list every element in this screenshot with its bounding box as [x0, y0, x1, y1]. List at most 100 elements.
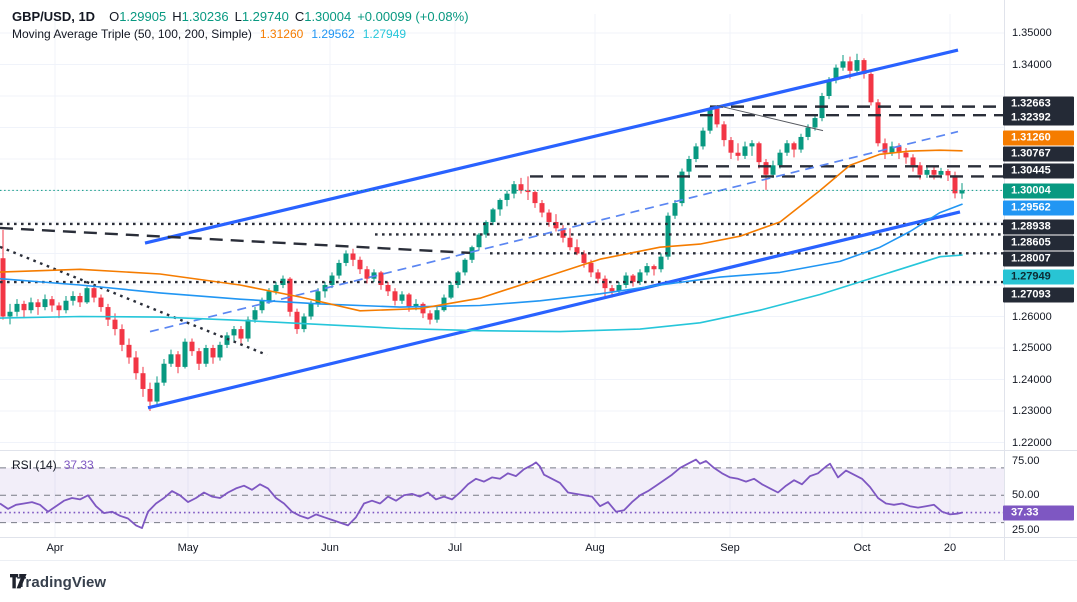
candle-body: [400, 294, 405, 300]
candle-body: [645, 266, 650, 272]
trendline-thin-solid[interactable]: [717, 105, 823, 130]
candle-body: [393, 291, 398, 300]
candle-body: [666, 216, 671, 257]
price-tick-label: 1.25000: [1012, 342, 1052, 354]
candle-body: [211, 348, 216, 357]
candle-body: [463, 260, 468, 273]
price-badge-1.28605: 1.28605: [1003, 235, 1074, 250]
candle-body: [169, 354, 174, 363]
candle-body: [29, 302, 34, 310]
candle-body: [295, 312, 300, 329]
candle-body: [512, 184, 517, 193]
tradingview-chart-widget: GBP/USD, 1DO1.29905H1.30236L1.29740C1.30…: [0, 0, 1077, 602]
candle-body: [274, 285, 279, 291]
sma-100-line: [0, 204, 962, 307]
candle-body: [610, 288, 615, 291]
time-axis-label-Jun: Jun: [321, 542, 339, 554]
trendline-dashed-black[interactable]: [0, 228, 470, 253]
candle-body: [722, 124, 727, 140]
candle-body: [176, 354, 181, 367]
sma-50-line: [0, 150, 962, 311]
price-tick-label: 1.26000: [1012, 311, 1052, 323]
time-axis-label-Oct: Oct: [853, 542, 870, 554]
rsi-tick-label: 75.00: [1012, 455, 1040, 467]
candle-body: [435, 310, 440, 319]
open-label: O: [109, 9, 119, 24]
candle-body: [183, 342, 188, 367]
trendline-dotted-black[interactable]: [0, 247, 267, 355]
price-tick-label: 1.24000: [1012, 374, 1052, 386]
candle-body: [799, 137, 804, 150]
candle-body: [134, 357, 139, 373]
price-badge-1.29562: 1.29562: [1003, 200, 1074, 215]
price-badge-1.30445: 1.30445: [1003, 163, 1074, 178]
candle-body: [197, 351, 202, 364]
low-value: 1.29740: [242, 9, 289, 24]
candle-body: [246, 320, 251, 339]
candle-body: [470, 247, 475, 260]
price-badge-1.27949: 1.27949: [1003, 269, 1074, 284]
candle-body: [918, 165, 923, 174]
candle-body: [547, 213, 552, 222]
price-badge-1.30004: 1.30004: [1003, 183, 1074, 198]
price-badge-1.32392: 1.32392: [1003, 110, 1074, 125]
rsi-band: [0, 468, 1004, 523]
candle-body: [78, 296, 83, 302]
candle-body: [36, 302, 41, 307]
candle-body: [218, 345, 223, 358]
rsi-indicator-title: RSI (14): [12, 458, 57, 472]
candle-body: [750, 143, 755, 146]
candle-body: [449, 285, 454, 298]
candle-body: [267, 291, 272, 300]
rsi-value: 37.33: [64, 458, 94, 472]
candle-body: [113, 320, 118, 329]
ma-indicator-legend[interactable]: Moving Average Triple (50, 100, 200, Sim…: [12, 27, 406, 41]
candle-body: [57, 305, 62, 310]
time-axis-label-Jul: Jul: [448, 542, 462, 554]
candle-body: [71, 296, 76, 301]
candle-body: [806, 128, 811, 137]
candle-body: [652, 266, 657, 269]
candle-body: [869, 74, 874, 102]
candle-body: [883, 143, 888, 152]
candle-body: [99, 298, 104, 307]
tradingview-logo-icon: [10, 574, 27, 589]
price-tick-label: 1.34000: [1012, 59, 1052, 71]
rsi-value-badge: 37.33: [1003, 505, 1074, 520]
candle-body: [50, 299, 55, 305]
candle-body: [64, 301, 69, 310]
candle-body: [785, 143, 790, 152]
candle-body: [939, 171, 944, 175]
candle-body: [589, 263, 594, 272]
price-badge-1.28938: 1.28938: [1003, 219, 1074, 234]
candle-body: [337, 263, 342, 276]
candle-body: [876, 102, 881, 143]
sma-200-line: [0, 255, 962, 332]
candle-body: [22, 304, 27, 310]
price-badge-1.27093: 1.27093: [1003, 287, 1074, 302]
candle-body: [92, 288, 97, 297]
sma200-value: 1.27949: [363, 27, 406, 41]
candle-body: [764, 162, 769, 175]
sma50-value: 1.31260: [260, 27, 303, 41]
tradingview-logo[interactable]: TradingView: [10, 574, 106, 591]
candle-body: [127, 345, 132, 358]
candle-body: [491, 209, 496, 222]
candle-body: [568, 238, 573, 247]
rsi-indicator-legend[interactable]: RSI (14) 37.33: [12, 458, 94, 472]
high-label: H: [172, 9, 181, 24]
symbol-legend[interactable]: GBP/USD, 1DO1.29905H1.30236L1.29740C1.30…: [12, 9, 469, 24]
candle-body: [8, 312, 13, 317]
candle-body: [848, 61, 853, 70]
candle-body: [757, 143, 762, 162]
chart-canvas[interactable]: [0, 0, 1077, 602]
candle-body: [498, 200, 503, 209]
price-badge-1.31260: 1.31260: [1003, 131, 1074, 146]
trendline-channel[interactable]: [148, 212, 960, 408]
candle-body: [407, 294, 412, 307]
price-tick-label: 1.22000: [1012, 437, 1052, 449]
candle-body: [533, 192, 538, 203]
candle-body: [309, 304, 314, 317]
candle-body: [932, 170, 937, 175]
candle-body: [519, 184, 524, 190]
